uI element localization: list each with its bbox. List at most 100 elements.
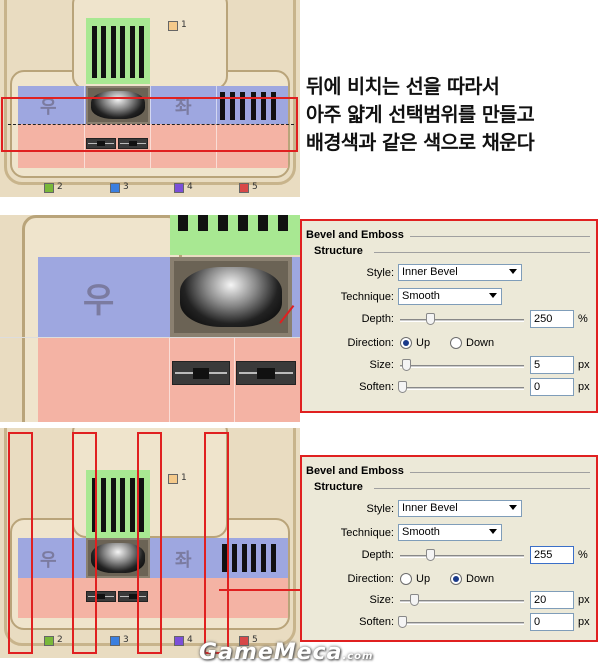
panel2-depth-thumb[interactable] (426, 549, 435, 561)
bottom-layer-number-3: 3 (123, 635, 129, 645)
panel2-direction-up-radio[interactable] (400, 573, 412, 585)
panel1-technique-select[interactable]: Smooth (398, 288, 502, 305)
panel1-direction-label: Direction: (347, 337, 394, 349)
zoomed-board: 우 (0, 215, 300, 422)
panel1-title-rule (410, 236, 590, 237)
chevron-down-icon (509, 505, 517, 510)
layer-number-5: 5 (252, 182, 258, 192)
panel2-up-label: Up (416, 573, 431, 585)
panel2-style-value: Inner Bevel (402, 502, 458, 514)
panel2-soften-slider[interactable] (400, 622, 524, 625)
highlight-box (1, 97, 298, 152)
bottom-layer-number-4: 4 (187, 635, 193, 645)
zoom-switch-right (236, 361, 296, 385)
panel2-soften-unit: px (578, 616, 590, 628)
highlight-column-3 (137, 432, 162, 654)
instruction-caption: 뒤에 비치는 선을 따라서 아주 얇게 선택범위를 만들고 배경색과 같은 색으… (306, 73, 598, 157)
bottom-layer-number-1: 1 (181, 473, 187, 483)
panel1-style-label: Style: (366, 267, 394, 279)
bottom-right-glyph: 좌 (175, 550, 192, 571)
panel1-down-label: Down (466, 337, 495, 349)
zoom-selection-line (0, 337, 300, 338)
caption-line-1: 뒤에 비치는 선을 따라서 (306, 75, 500, 98)
panel1-size-input[interactable]: 5 (530, 356, 574, 374)
panel2-subtitle: Structure (314, 481, 363, 493)
panel2-direction-down-radio[interactable] (450, 573, 462, 585)
panel1-depth-input[interactable]: 250 (530, 310, 574, 328)
panel2-depth-input[interactable]: 255 (530, 546, 574, 564)
panel2-title: Bevel and Emboss (306, 465, 404, 477)
bar-pattern (92, 26, 144, 78)
panel2-style-label: Style: (366, 503, 394, 515)
panel1-up-label: Up (416, 337, 431, 349)
panel1-subtitle: Structure (314, 245, 363, 257)
layer-number-4: 4 (187, 182, 193, 192)
panel1-soften-input[interactable]: 0 (530, 378, 574, 396)
zoom-switch-left (172, 361, 230, 385)
grid-line (234, 337, 235, 422)
panel2-style-select[interactable]: Inner Bevel (398, 500, 522, 517)
panel1-direction-down-radio[interactable] (450, 337, 462, 349)
bottom-layer-swatch-3 (110, 636, 120, 646)
layer-number-3: 3 (123, 182, 129, 192)
panel2-technique-select[interactable]: Smooth (398, 524, 502, 541)
panel1-subtitle-rule (374, 252, 590, 253)
zoom-bar-pattern (178, 215, 288, 231)
layer-swatch-3 (110, 183, 120, 193)
panel2-depth-slider[interactable] (400, 555, 524, 558)
panel1-soften-thumb[interactable] (398, 381, 407, 393)
chevron-down-icon (489, 529, 497, 534)
panel1-style-select[interactable]: Inner Bevel (398, 264, 522, 281)
layer-swatch-4 (174, 183, 184, 193)
panel2-technique-value: Smooth (402, 526, 440, 538)
panel1-soften-slider[interactable] (400, 387, 524, 390)
layer-number-2: 2 (57, 182, 63, 192)
panel1-soften-label: Soften: (359, 381, 394, 393)
zoom-left-glyph: 우 (83, 281, 115, 321)
panel1-depth-thumb[interactable] (426, 313, 435, 325)
panel1-depth-label: Depth: (361, 313, 394, 325)
layer-swatch-5 (239, 183, 249, 193)
panel1-depth-slider[interactable] (400, 319, 524, 322)
panel2-size-input[interactable]: 20 (530, 591, 574, 609)
panel1-size-unit: px (578, 359, 590, 371)
panel2-size-thumb[interactable] (410, 594, 419, 606)
bottom-layer-swatch-1 (168, 474, 178, 484)
panel2-title-rule (410, 472, 590, 473)
panel2-soften-thumb[interactable] (398, 616, 407, 628)
top-board: 1 우 좌 2 3 4 5 (0, 0, 300, 197)
connector-line-bottom (219, 589, 303, 591)
panel1-style-value: Inner Bevel (402, 266, 458, 278)
panel1-soften-unit: px (578, 381, 590, 393)
panel1-direction-up-radio[interactable] (400, 337, 412, 349)
panel1-size-label: Size: (369, 359, 394, 371)
panel1-technique-value: Smooth (402, 290, 440, 302)
zoom-monitor-screen (170, 257, 292, 337)
panel2-size-label: Size: (369, 594, 394, 606)
panel2-subtitle-rule (374, 488, 590, 489)
highlight-column-1 (8, 432, 33, 654)
panel1-size-slider[interactable] (400, 365, 524, 368)
chevron-down-icon (489, 293, 497, 298)
grid-line (169, 337, 170, 422)
panel2-direction-label: Direction: (347, 573, 394, 585)
chevron-down-icon (509, 269, 517, 274)
panel2-depth-label: Depth: (361, 549, 394, 561)
panel1-size-thumb[interactable] (402, 359, 411, 371)
bottom-layer-swatch-4 (174, 636, 184, 646)
panel2-down-label: Down (466, 573, 495, 585)
highlight-column-2 (72, 432, 97, 654)
bottom-board: 1 우 좌 2 3 4 5 (0, 428, 300, 658)
bottom-bar-pattern-small (222, 544, 276, 572)
watermark-suffix: .com (342, 651, 374, 662)
bevel-emboss-panel-1: Bevel and Emboss Structure Style: Inner … (300, 219, 598, 413)
layer-number-1: 1 (181, 20, 187, 30)
panel1-depth-unit: % (578, 313, 588, 325)
caption-line-3: 배경색과 같은 색으로 채운다 (306, 131, 535, 154)
bottom-layer-number-2: 2 (57, 635, 63, 645)
panel2-soften-input[interactable]: 0 (530, 613, 574, 631)
panel2-technique-label: Technique: (340, 527, 394, 539)
highlight-column-4 (204, 432, 229, 654)
panel2-size-unit: px (578, 594, 590, 606)
bevel-emboss-panel-2: Bevel and Emboss Structure Style: Inner … (300, 455, 598, 642)
